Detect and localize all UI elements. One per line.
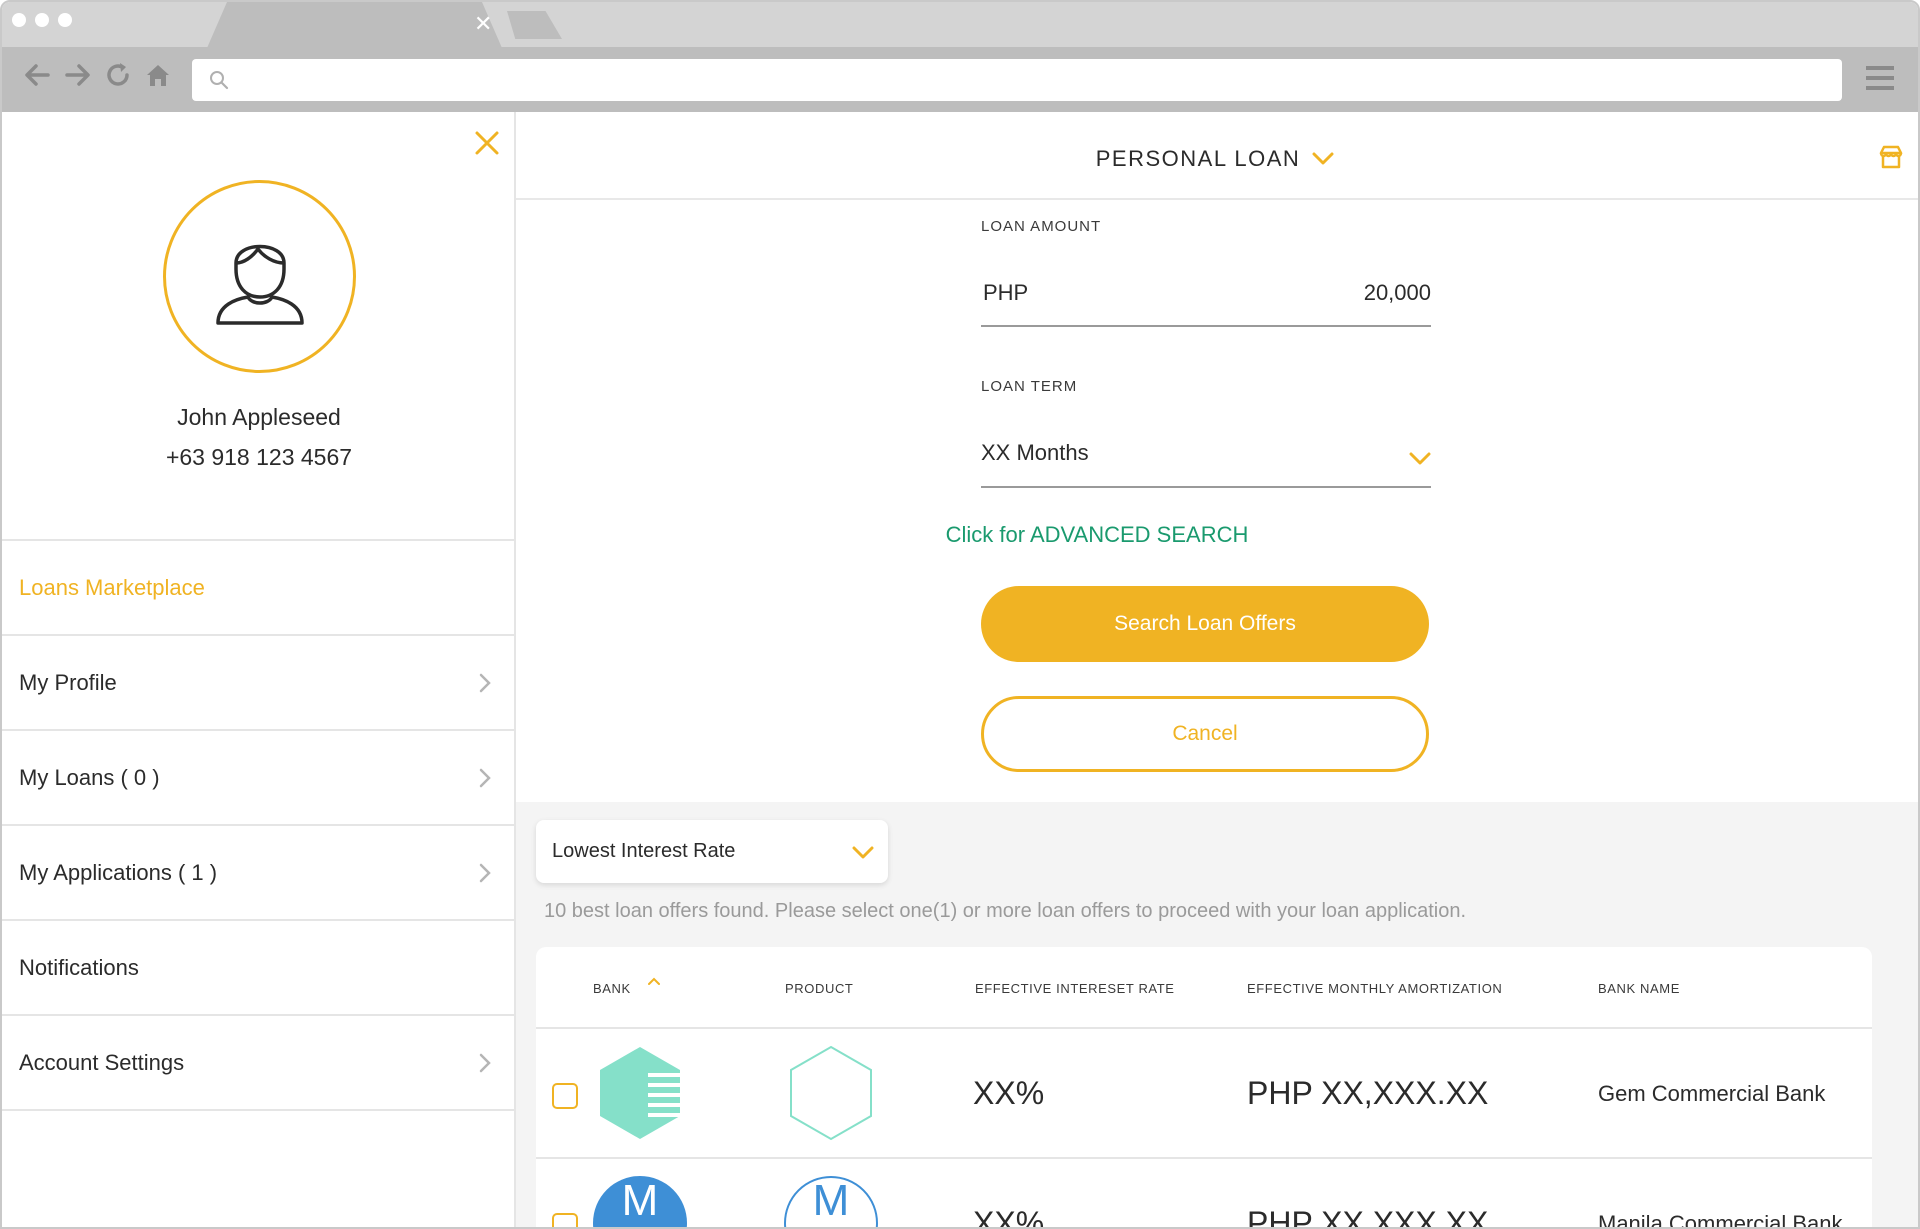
address-bar[interactable] <box>192 59 1842 101</box>
sidebar-item-account-settings[interactable]: Account Settings <box>2 1016 516 1111</box>
table-row[interactable]: M M XX% PHP XX,XXX.XX Manila Commercial … <box>536 1159 1872 1229</box>
loan-amount-input[interactable]: PHP 20,000 <box>981 272 1431 327</box>
sidebar-item-label: My Applications ( 1 ) <box>19 859 218 885</box>
address-input[interactable] <box>242 65 1822 95</box>
home-icon[interactable] <box>143 60 173 90</box>
sidebar-item-label: Notifications <box>19 954 139 980</box>
loan-term-select[interactable]: XX Months <box>981 432 1431 488</box>
loan-type-label: PERSONAL LOAN <box>1095 146 1301 171</box>
chevron-right-icon <box>479 768 491 788</box>
interest-rate: XX% <box>973 1075 1045 1111</box>
sidebar-item-loans-marketplace[interactable]: Loans Marketplace <box>2 541 516 636</box>
column-header-bank-name[interactable]: BANK NAME <box>1598 981 1680 996</box>
sidebar-item-label: My Profile <box>19 669 117 695</box>
table-row[interactable]: XX% PHP XX,XXX.XX Gem Commercial Bank <box>536 1029 1872 1159</box>
main-content: PERSONAL LOAN LOAN AMOUNT PHP 20,000 LOA… <box>516 112 1918 1229</box>
hexagon-lines-icon <box>600 1047 682 1139</box>
sort-select[interactable]: Lowest Interest Rate <box>536 820 888 883</box>
monthly-amortization: PHP XX,XXX.XX <box>1247 1205 1489 1229</box>
results-section: Lowest Interest Rate 10 best loan offers… <box>516 802 1918 1229</box>
chevron-down-icon <box>1409 452 1431 465</box>
row-checkbox[interactable] <box>552 1213 578 1227</box>
sidebar-item-label: My Loans ( 0 ) <box>19 764 160 790</box>
loan-term-label: LOAN TERM <box>981 378 1078 395</box>
loan-offers-table: BANK PRODUCT EFFECTIVE INTERESET RATE EF… <box>536 947 1872 1229</box>
column-header-interest-rate[interactable]: EFFECTIVE INTERESET RATE <box>975 981 1175 996</box>
row-checkbox[interactable] <box>552 1083 578 1109</box>
window-minimize-dot[interactable] <box>35 13 49 27</box>
avatar <box>163 180 356 373</box>
chevron-down-icon <box>852 846 874 859</box>
loan-amount-value[interactable]: 20,000 <box>1364 280 1431 306</box>
chevron-down-icon[interactable] <box>1312 152 1334 166</box>
forward-arrow-icon[interactable] <box>63 60 93 90</box>
advanced-search-link[interactable]: Click for ADVANCED SEARCH <box>516 522 1678 548</box>
browser-tab[interactable] <box>207 2 502 48</box>
sidebar-item-notifications[interactable]: Notifications <box>2 921 516 1016</box>
window-controls <box>12 13 72 27</box>
results-message: 10 best loan offers found. Please select… <box>544 900 1467 922</box>
sidebar-item-my-profile[interactable]: My Profile <box>2 636 516 731</box>
bank-logo-letter: M <box>622 1176 659 1225</box>
store-icon[interactable] <box>1878 144 1904 170</box>
back-arrow-icon[interactable] <box>22 60 52 90</box>
chevron-right-icon <box>479 1053 491 1073</box>
tab-close-icon[interactable]: ✕ <box>474 13 492 35</box>
sidebar-item-my-applications[interactable]: My Applications ( 1 ) <box>2 826 516 921</box>
browser-titlebar: ✕ <box>2 2 1918 47</box>
main-header: PERSONAL LOAN <box>516 112 1918 200</box>
new-tab-button[interactable] <box>507 11 562 39</box>
monthly-amortization: PHP XX,XXX.XX <box>1247 1075 1489 1111</box>
sort-ascending-icon[interactable] <box>648 977 660 985</box>
search-icon <box>210 71 229 90</box>
column-header-product[interactable]: PRODUCT <box>785 981 853 996</box>
loan-term-value: XX Months <box>981 440 1089 465</box>
browser-window: ✕ John Appleseed +63 918 123 4567 Loans … <box>0 0 1920 1229</box>
sidebar-item-my-loans[interactable]: My Loans ( 0 ) <box>2 731 516 826</box>
reload-icon[interactable] <box>103 60 133 90</box>
sidebar-item-label: Account Settings <box>19 1049 185 1075</box>
circle-m-icon: M <box>593 1176 687 1227</box>
close-icon[interactable] <box>472 128 502 158</box>
browser-menu-icon[interactable] <box>1866 66 1894 92</box>
sidebar: John Appleseed +63 918 123 4567 Loans Ma… <box>2 112 516 1227</box>
interest-rate: XX% <box>973 1205 1045 1229</box>
user-name: John Appleseed <box>177 404 341 430</box>
cancel-button[interactable]: Cancel <box>981 696 1429 772</box>
hexagon-outline-icon <box>790 1045 872 1141</box>
window-close-dot[interactable] <box>12 13 26 27</box>
table-header: BANK PRODUCT EFFECTIVE INTERESET RATE EF… <box>536 947 1872 1029</box>
sidebar-menu: Loans Marketplace My Profile My Loans ( … <box>2 539 516 1111</box>
chevron-right-icon <box>479 673 491 693</box>
user-phone: +63 918 123 4567 <box>165 444 353 470</box>
currency-label: PHP <box>983 280 1029 305</box>
chevron-right-icon <box>479 863 491 883</box>
bank-name: Manila Commercial Bank <box>1598 1211 1843 1229</box>
search-loan-offers-button[interactable]: Search Loan Offers <box>981 586 1429 662</box>
column-header-bank[interactable]: BANK <box>593 981 631 996</box>
loan-type-select[interactable]: PERSONAL LOAN <box>516 146 1918 172</box>
user-icon <box>216 244 304 325</box>
loan-amount-label: LOAN AMOUNT <box>981 218 1102 235</box>
sidebar-item-label: Loans Marketplace <box>19 574 205 600</box>
window-maximize-dot[interactable] <box>58 13 72 27</box>
bank-name: Gem Commercial Bank <box>1598 1081 1826 1106</box>
product-logo-letter: M <box>813 1176 850 1225</box>
circle-m-outline-icon: M <box>784 1176 878 1227</box>
sort-value: Lowest Interest Rate <box>552 840 736 862</box>
column-header-monthly-amortization[interactable]: EFFECTIVE MONTHLY AMORTIZATION <box>1247 981 1502 996</box>
